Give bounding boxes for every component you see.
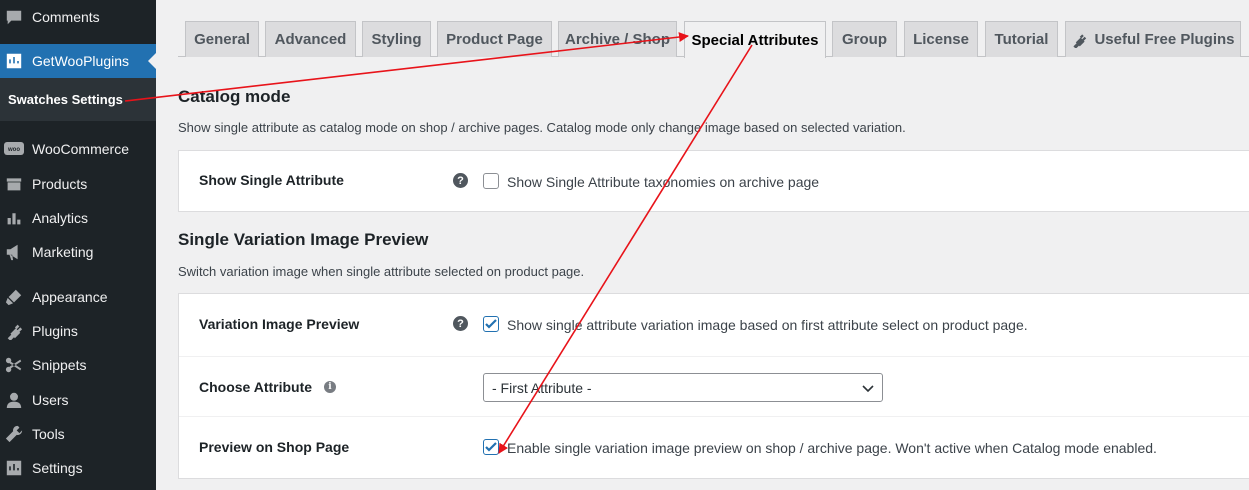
checkbox-label: Show Single Attribute taxonomies on arch… [507,174,820,190]
variation-preview-title: Single Variation Image Preview [178,230,429,249]
catalog-mode-description: Show single attribute as catalog mode on… [178,120,906,135]
sidebar-item-appearance[interactable]: Appearance [0,280,156,314]
sidebar-item-label: Comments [32,9,100,25]
tab-tutorial[interactable]: Tutorial [985,21,1058,57]
sidebar-item-label: Marketing [32,244,94,260]
checkmark-icon [485,442,497,452]
admin-sidebar: Comments GetWooPlugins Swatches Settings… [0,0,156,490]
getwooplugins-submenu: Swatches Settings [0,78,156,121]
getwooplugins-icon [4,51,24,71]
sidebar-item-label: Tools [32,426,65,442]
sidebar-item-label: Analytics [32,210,89,226]
tab-general[interactable]: General [185,21,259,57]
tab-label: Archive / Shop [564,31,671,48]
sidebar-item-getwooplugins[interactable]: GetWooPlugins [0,44,156,78]
sidebar-item-label: Appearance [32,289,108,305]
sidebar-item-label: GetWooPlugins [32,53,130,69]
choose-attribute-row: Choose Attribute i - First Attribute - [179,356,1249,416]
sidebar-item-woocommerce[interactable]: woo WooCommerce [0,132,156,166]
analytics-icon [4,208,24,228]
show-single-attribute-checkbox[interactable] [483,173,499,189]
tab-advanced[interactable]: Advanced [265,21,356,57]
preview-on-shop-checkbox[interactable] [483,439,499,455]
sidebar-item-analytics[interactable]: Analytics [0,201,156,235]
sidebar-item-label: WooCommerce [32,141,129,157]
row-label: Choose Attribute [199,379,313,395]
variation-preview-description: Switch variation image when single attri… [178,264,585,279]
catalog-mode-card: Show Single Attribute ? Show Single Attr… [178,150,1249,212]
tab-group[interactable]: Group [832,21,897,57]
submenu-item-swatches-settings[interactable]: Swatches Settings [8,92,123,107]
sidebar-item-tools[interactable]: Tools [0,417,156,451]
tools-icon [4,424,24,444]
tab-label: Tutorial [994,31,1049,48]
sidebar-item-settings[interactable]: Settings [0,451,156,485]
row-label: Variation Image Preview [199,316,360,332]
info-icon[interactable]: i [324,381,336,393]
sidebar-item-products[interactable]: Products [0,167,156,201]
tab-product-page[interactable]: Product Page [437,21,552,57]
sidebar-item-label: Products [32,176,88,192]
row-label: Preview on Shop Page [199,439,350,455]
sidebar-item-label: Settings [32,460,83,476]
tab-label: Special Attributes [691,31,819,49]
tab-label: Product Page [446,31,543,48]
tab-label: Useful Free Plugins [1094,31,1235,48]
tab-useful-free-plugins[interactable]: Useful Free Plugins [1065,21,1241,57]
variation-image-preview-checkbox[interactable] [483,316,499,332]
svg-text:woo: woo [7,147,20,153]
variation-preview-card: Variation Image Preview ? Show single at… [178,293,1249,479]
help-icon[interactable]: ? [453,173,468,188]
sidebar-item-label: Plugins [32,323,78,339]
snippets-icon [4,355,24,375]
variation-image-preview-row: Variation Image Preview ? Show single at… [179,294,1249,356]
comments-icon [4,7,24,27]
tab-styling[interactable]: Styling [362,21,431,57]
settings-icon [4,458,24,478]
checkmark-icon [485,319,497,329]
tab-archive-shop[interactable]: Archive / Shop [558,21,677,57]
tab-label: General [194,31,250,48]
woocommerce-icon: woo [4,139,24,159]
show-single-attribute-row: Show Single Attribute ? Show Single Attr… [179,151,1249,213]
appearance-icon [4,287,24,307]
tab-label: Styling [371,31,422,48]
tab-label: Advanced [274,31,347,48]
chevron-down-icon [862,385,874,393]
plugin-icon [1071,32,1087,48]
sidebar-item-marketing[interactable]: Marketing [0,235,156,269]
catalog-mode-title: Catalog mode [178,87,291,106]
sidebar-item-plugins[interactable]: Plugins [0,314,156,348]
sidebar-item-snippets[interactable]: Snippets [0,348,156,382]
tab-special-attributes[interactable]: Special Attributes [684,21,826,58]
plugins-icon [4,321,24,341]
products-icon [4,174,24,194]
marketing-icon [4,242,24,262]
choose-attribute-select[interactable]: - First Attribute - [483,373,883,402]
row-label: Show Single Attribute [199,172,344,188]
tab-label: License [913,31,969,48]
sidebar-item-label: Snippets [32,357,87,373]
checkbox-label: Show single attribute variation image ba… [507,317,1028,333]
tab-label: Group [842,31,887,48]
help-icon[interactable]: ? [453,316,468,331]
tab-license[interactable]: License [904,21,978,57]
sidebar-item-label: Users [32,392,69,408]
preview-on-shop-row: Preview on Shop Page Enable single varia… [179,416,1249,480]
checkbox-label: Enable single variation image preview on… [507,440,1157,456]
sidebar-item-users[interactable]: Users [0,383,156,417]
users-icon [4,390,24,410]
select-value: - First Attribute - [492,379,592,396]
sidebar-item-comments[interactable]: Comments [0,0,156,34]
